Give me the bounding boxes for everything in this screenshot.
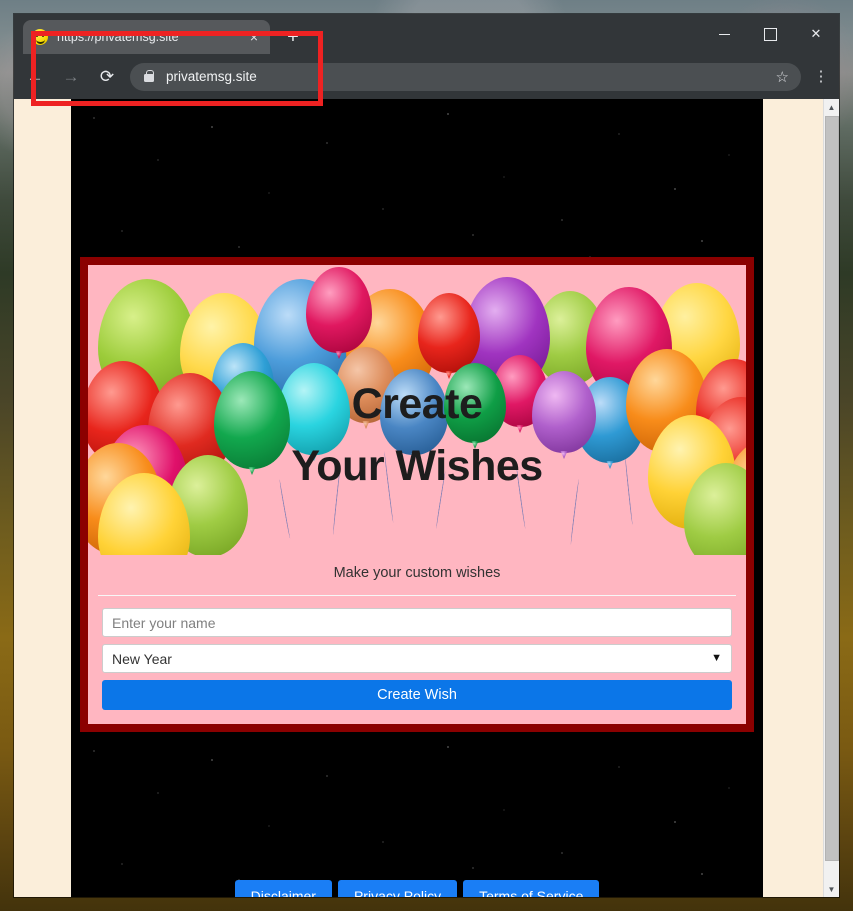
balloon-banner-image: Create Your Wishes [88, 265, 746, 555]
festival-select-wrapper: ▼ [102, 644, 732, 673]
reload-button[interactable]: ⟳ [92, 62, 122, 92]
card-heading-line-1: Create [351, 380, 483, 428]
back-button[interactable]: ← [20, 62, 50, 92]
vertical-scrollbar[interactable]: ▲ ▼ [823, 99, 839, 897]
footer-link-terms-of-service[interactable]: Terms of Service [463, 880, 600, 897]
bookmark-star-icon[interactable]: ☆ [776, 68, 793, 86]
browser-window: https://privatemsg.site × + ✕ ← → ⟳ priv… [14, 14, 839, 897]
page-viewport: Create Your Wishes Make your custom wish… [14, 99, 839, 897]
browser-tab[interactable]: https://privatemsg.site × [23, 20, 270, 54]
footer-link-privacy-policy[interactable]: Privacy Policy [337, 880, 458, 897]
scroll-down-arrow-icon[interactable]: ▼ [824, 881, 839, 897]
page-top-starfield [71, 99, 763, 257]
browser-toolbar: ← → ⟳ privatemsg.site ☆ ⋮ [14, 54, 839, 99]
festival-select[interactable] [102, 644, 732, 673]
tab-close-icon[interactable]: × [246, 30, 262, 44]
web-page-content: Create Your Wishes Make your custom wish… [71, 99, 763, 897]
footer-links: Disclaimer Privacy Policy Terms of Servi… [71, 880, 763, 897]
card-subtitle: Make your custom wishes [333, 565, 501, 581]
scroll-up-arrow-icon[interactable]: ▲ [824, 99, 839, 115]
footer-spacer [71, 732, 763, 880]
wish-card: Create Your Wishes Make your custom wish… [88, 265, 746, 724]
card-heading-line-2: Your Wishes [291, 442, 543, 490]
scrollbar-thumb[interactable] [825, 116, 839, 861]
balloon [306, 267, 372, 353]
smiley-favicon-icon [32, 29, 48, 45]
wish-card-frame: Create Your Wishes Make your custom wish… [80, 257, 754, 732]
footer-link-disclaimer[interactable]: Disclaimer [234, 880, 332, 897]
wish-form: ▼ Create Wish [88, 608, 746, 710]
card-divider [98, 595, 736, 596]
close-window-button[interactable]: ✕ [793, 14, 839, 54]
lock-icon [144, 70, 154, 82]
tab-title: https://privatemsg.site [57, 30, 179, 44]
address-bar-url: privatemsg.site [166, 69, 257, 84]
desktop-wallpaper: https://privatemsg.site × + ✕ ← → ⟳ priv… [0, 0, 853, 911]
browser-menu-icon[interactable]: ⋮ [807, 69, 835, 84]
maximize-button[interactable] [747, 14, 793, 54]
create-wish-button[interactable]: Create Wish [102, 680, 732, 710]
window-controls: ✕ [701, 14, 839, 54]
new-tab-button[interactable]: + [280, 25, 306, 51]
page-footer: Disclaimer Privacy Policy Terms of Servi… [71, 732, 763, 897]
forward-button[interactable]: → [56, 62, 86, 92]
card-heading: Create Your Wishes [88, 373, 746, 497]
name-input[interactable] [102, 608, 732, 637]
balloon [418, 293, 480, 373]
address-bar[interactable]: privatemsg.site ☆ [130, 62, 801, 91]
minimize-button[interactable] [701, 14, 747, 54]
tab-strip: https://privatemsg.site × + ✕ [14, 14, 839, 54]
